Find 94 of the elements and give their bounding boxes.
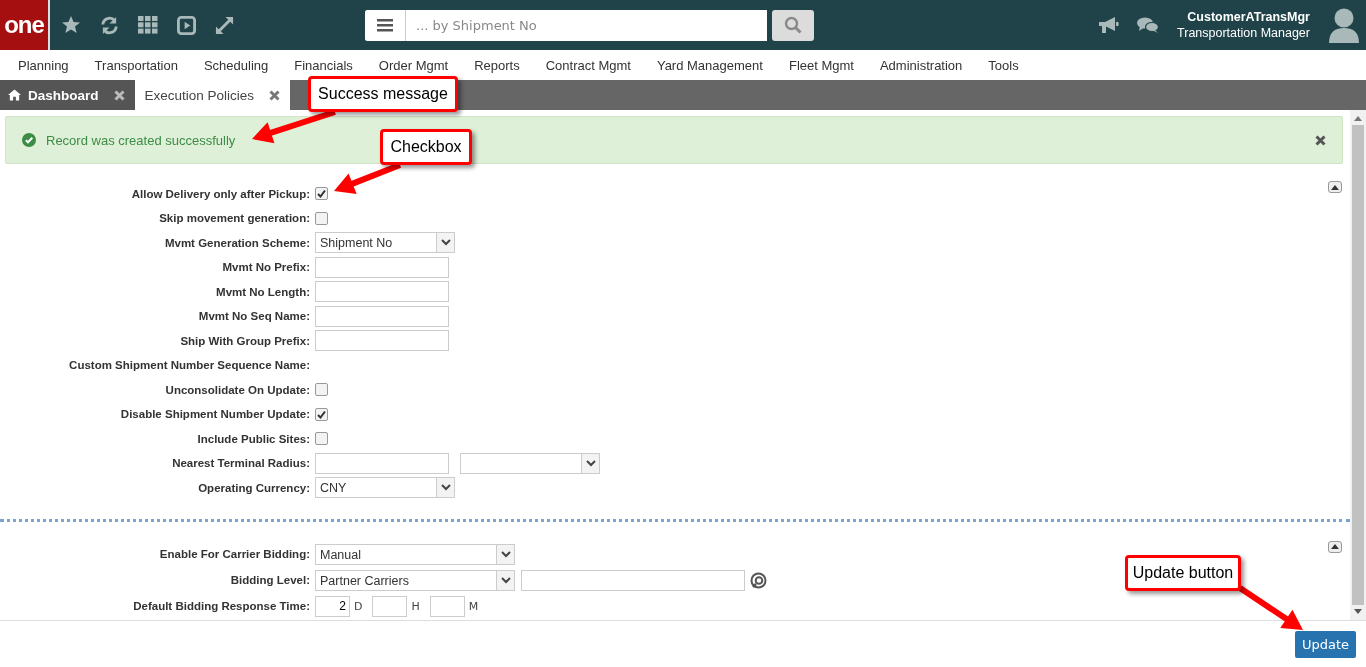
collapse-button[interactable]	[1328, 540, 1342, 553]
callout: Update button	[1125, 555, 1241, 591]
input-field[interactable]	[315, 330, 449, 352]
chevron-down-icon	[585, 459, 596, 467]
menu-item[interactable]: Order Mgmt	[378, 57, 449, 73]
select-field[interactable]: CNY	[315, 477, 455, 499]
select-field[interactable]	[460, 452, 600, 474]
collapse-button[interactable]	[1328, 181, 1342, 193]
menu-item[interactable]: Reports	[474, 57, 520, 73]
select-field[interactable]: Manual	[315, 543, 515, 565]
menu-item[interactable]: Planning	[18, 57, 69, 73]
close-icon[interactable]	[1315, 134, 1326, 146]
lookup-field[interactable]	[521, 569, 745, 591]
input-field[interactable]	[372, 595, 408, 617]
chevron-down-icon	[440, 484, 451, 492]
menu-button[interactable]	[365, 9, 406, 41]
callout: Checkbox	[380, 129, 472, 165]
input-field[interactable]: 2	[315, 595, 350, 617]
field-label: Ship With Group Prefix:	[179, 334, 310, 347]
field-label: Mvmt Generation Scheme:	[163, 236, 310, 249]
unit-label: H	[411, 599, 420, 613]
update-button[interactable]: Update	[1294, 631, 1356, 658]
tab[interactable]: Execution Policies	[134, 80, 291, 110]
menu-item[interactable]: Contract Mgmt	[545, 57, 631, 73]
logo[interactable]: one	[0, 0, 50, 50]
menu-icon	[377, 18, 393, 32]
user-role: Transportation Manager	[1177, 25, 1310, 41]
select-field[interactable]: Shipment No	[315, 232, 455, 254]
chevron-down-icon	[500, 550, 511, 558]
scroll-up-icon[interactable]	[1354, 116, 1362, 121]
input-field[interactable]	[315, 305, 449, 327]
unit-label: D	[354, 599, 363, 613]
select-field[interactable]: Partner Carriers	[315, 569, 515, 591]
menu-item[interactable]: Administration	[879, 57, 963, 73]
input-field[interactable]	[429, 595, 465, 617]
chevron-down-icon	[500, 576, 511, 584]
field-label: Include Public Sites:	[196, 432, 310, 445]
input-field[interactable]	[315, 281, 449, 303]
checkbox[interactable]	[315, 211, 328, 225]
menu-item[interactable]: Financials	[294, 57, 353, 73]
checkbox[interactable]	[315, 383, 328, 397]
scrollbar[interactable]	[1350, 110, 1366, 620]
search-bar[interactable]: ... by Shipment No	[365, 9, 767, 41]
field-label: Default Bidding Response Time:	[132, 600, 310, 612]
field-label: Mvmt No Seq Name:	[197, 310, 310, 323]
field-label: Mvmt No Length:	[215, 285, 310, 298]
menu-item[interactable]: Tools	[988, 57, 1019, 73]
tab-label: Dashboard	[28, 87, 99, 103]
home-icon	[8, 89, 21, 101]
menu-item[interactable]: Scheduling	[203, 57, 269, 73]
user-name: CustomerATransMgr	[1187, 9, 1310, 25]
chevron-down-icon	[440, 239, 451, 247]
expand-icon[interactable]	[215, 15, 234, 35]
search-button[interactable]	[772, 9, 814, 41]
grid-icon[interactable]	[138, 16, 158, 34]
menu-item[interactable]: Fleet Mgmt	[788, 57, 854, 73]
field-label: Unconsolidate On Update:	[164, 383, 310, 396]
field-label: Bidding Level:	[229, 574, 310, 586]
scroll-down-icon[interactable]	[1354, 609, 1362, 614]
field-label: Allow Delivery only after Pickup:	[130, 187, 310, 200]
checkbox[interactable]	[315, 187, 328, 201]
caret-icon	[1331, 544, 1339, 549]
search-icon	[784, 16, 802, 34]
callout-arrow	[334, 162, 402, 194]
field-label: Enable For Carrier Bidding:	[158, 548, 310, 560]
check-circle-icon	[22, 133, 36, 147]
play-icon[interactable]	[177, 15, 196, 35]
star-icon[interactable]	[61, 15, 81, 35]
field-label: Custom Shipment Number Sequence Name:	[68, 359, 310, 372]
megaphone-icon[interactable]	[1097, 16, 1120, 34]
menu-item[interactable]: Yard Management	[656, 57, 763, 73]
callout: Success message	[308, 76, 458, 112]
caret-icon	[1331, 184, 1339, 190]
tab-label: Execution Policies	[144, 87, 255, 103]
avatar-icon[interactable]	[1328, 7, 1360, 43]
field-label: Skip movement generation:	[158, 212, 310, 225]
checkbox[interactable]	[315, 432, 328, 446]
input-field[interactable]	[315, 452, 449, 474]
close-icon[interactable]	[269, 89, 281, 101]
refresh-icon[interactable]	[100, 15, 119, 35]
menu-item[interactable]: Transportation	[94, 57, 178, 73]
checkbox[interactable]	[315, 407, 328, 421]
unit-label: M	[468, 599, 479, 613]
tab[interactable]: Dashboard	[0, 80, 135, 110]
field-label: Mvmt No Prefix:	[221, 261, 310, 274]
callout-arrow	[1238, 585, 1303, 630]
field-label: Operating Currency:	[197, 481, 310, 494]
field-label: Disable Shipment Number Update:	[119, 408, 310, 421]
close-icon[interactable]	[113, 89, 125, 101]
lookup-icon[interactable]	[750, 571, 767, 589]
input-field[interactable]	[315, 256, 449, 278]
chat-icon[interactable]	[1137, 16, 1160, 34]
alert-message: Record was created successfully	[46, 132, 236, 148]
field-label: Nearest Terminal Radius:	[171, 457, 310, 470]
